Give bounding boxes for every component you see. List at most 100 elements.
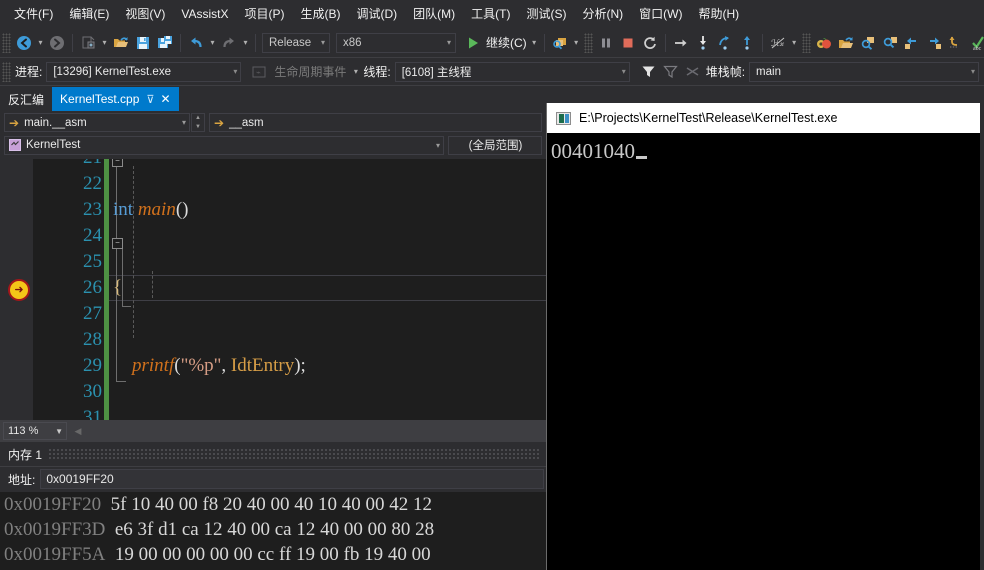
editor-text-area[interactable] [33,156,546,420]
navigate-forward-icon[interactable] [46,32,68,54]
vassist-tomato-icon[interactable] [813,32,835,54]
find-symbol-icon[interactable] [857,32,879,54]
tab-kerneltest-cpp[interactable]: KernelTest.cpp ⊽ ✕ [52,87,179,111]
go-forward-icon[interactable] [923,32,945,54]
step-out-icon[interactable] [736,32,758,54]
close-icon[interactable]: ✕ [160,92,170,106]
lifecycle-events-dropdown[interactable]: ▾ [350,61,361,83]
menu-item-view[interactable]: 视图(V) [117,3,173,25]
navigate-backward-icon[interactable] [13,32,35,54]
menu-item-team[interactable]: 团队(M) [405,3,463,25]
filter-clear-icon[interactable] [660,61,682,83]
menu-item-tools[interactable]: 工具(T) [463,3,518,25]
save-icon[interactable] [132,32,154,54]
memory-address-input[interactable]: 0x0019FF20 [40,469,544,489]
menu-item-project[interactable]: 项目(P) [236,3,292,25]
spell-check-icon[interactable]: abc [967,32,984,54]
menu-item-build[interactable]: 生成(B) [292,3,348,25]
process-combo[interactable]: [13296] KernelTest.exe ▾ [46,61,242,82]
menu-item-file[interactable]: 文件(F) [6,3,61,25]
tab-disassembly[interactable]: 反汇编 [0,87,52,111]
tab-kerneltest-cpp-label: KernelTest.cpp [60,92,140,106]
lifecycle-events-label[interactable]: 生命周期事件 [274,63,346,80]
continue-play-icon[interactable] [462,32,484,54]
hscroll-left-arrow-icon[interactable]: ◀ [71,422,85,440]
memory-window-drag-dots[interactable] [48,448,540,460]
member-combo[interactable]: (全局范围) [448,135,542,155]
solution-platform-combo[interactable]: x86 ▾ [336,32,456,53]
continue-dropdown[interactable]: ▾ [529,32,540,54]
find-options-dropdown[interactable]: ▾ [571,32,582,54]
go-back-icon[interactable] [901,32,923,54]
svg-text:abc: abc [973,46,982,51]
scope-spinner[interactable]: ▲ ▼ [191,113,205,132]
menu-bar: 文件(F) 编辑(E) 视图(V) VAssistX 项目(P) 生成(B) 调… [0,0,984,28]
redo-icon[interactable] [218,32,240,54]
code-editor[interactable] [0,156,546,420]
scope-right-combo[interactable]: ➔ __asm [209,113,542,132]
find-references-icon[interactable] [879,32,901,54]
memory-row-address: 0x0019FF3D [4,519,106,540]
show-next-statement-icon[interactable] [670,32,692,54]
menu-item-analyze[interactable]: 分析(N) [574,3,631,25]
arrow-right-icon: ➔ [214,115,225,130]
undo-icon[interactable] [185,32,207,54]
memory-row: 0x0019FF20 5f 10 40 00 f8 20 40 00 40 10… [0,492,546,517]
memory-dump[interactable]: 0x0019FF20 5f 10 40 00 f8 20 40 00 40 10… [0,492,546,570]
chevron-down-icon: ▼ [55,426,63,436]
project-value: KernelTest [26,139,81,151]
memory-row-bytes-value: 19 00 00 00 00 00 cc ff 19 00 fb 19 40 0… [114,544,431,565]
menu-item-edit[interactable]: 编辑(E) [61,3,117,25]
console-output-area[interactable]: 00401040 [547,133,984,570]
undo-dropdown[interactable]: ▾ [207,32,218,54]
menu-item-window[interactable]: 窗口(W) [631,3,690,25]
console-window[interactable]: E:\Projects\KernelTest\Release\KernelTes… [546,103,984,570]
scope-left-combo[interactable]: ➔ main.__asm ▾ [4,113,190,132]
solution-configuration-combo[interactable]: Release ▾ [262,32,330,53]
zoom-level-combo[interactable]: 113 % ▼ [3,422,67,440]
thread-combo[interactable]: [6108] 主线程 ▾ [394,61,630,82]
continue-button-label[interactable]: 继续(C) [484,34,529,51]
toolbar-grip[interactable] [2,32,11,53]
menu-item-test[interactable]: 测试(S) [518,3,574,25]
new-item-icon[interactable] [77,32,99,54]
step-over-icon[interactable] [714,32,736,54]
debugbar-grip[interactable] [2,61,11,82]
pause-icon[interactable] [595,32,617,54]
filter-funnel-icon[interactable] [638,61,660,83]
restart-icon[interactable] [639,32,661,54]
editor-zoom-bar: 113 % ▼ ◀ [0,420,546,442]
project-combo[interactable]: KernelTest ▾ [4,135,444,155]
hex-display-icon[interactable]: ℋ𝓍 [767,32,789,54]
toolbar-separator [255,33,256,52]
toolbar-grip[interactable] [801,32,811,53]
navigation-bar-members: KernelTest ▾ (全局范围) [0,134,546,156]
redo-dropdown[interactable]: ▾ [240,32,251,54]
thread-label: 线程: [363,65,391,79]
spinner-up-icon[interactable]: ▲ [192,114,204,123]
menu-item-help[interactable]: 帮助(H) [690,3,747,25]
editor-indicator-margin[interactable] [0,156,33,420]
console-title-bar[interactable]: E:\Projects\KernelTest\Release\KernelTes… [547,103,984,133]
pin-icon[interactable]: ⊽ [146,93,154,106]
thread-value: [6108] 主线程 [401,66,472,79]
save-all-icon[interactable] [154,32,176,54]
find-in-files-icon[interactable] [549,32,571,54]
spinner-down-icon[interactable]: ▼ [192,123,204,132]
hex-dropdown[interactable]: ▾ [789,32,800,54]
stackframe-combo[interactable]: main ▾ [749,61,980,82]
open-corresponding-file-icon[interactable] [835,32,857,54]
step-into-icon[interactable] [692,32,714,54]
flatten-call-stack-icon[interactable] [682,61,704,83]
menu-item-debug[interactable]: 调试(D) [348,3,405,25]
editor-tab-strip: 反汇编 KernelTest.cpp ⊽ ✕ [0,87,546,111]
stop-debugging-icon[interactable] [617,32,639,54]
toolbar-grip[interactable] [583,32,593,53]
navigate-backward-dropdown[interactable]: ▾ [35,32,46,54]
open-file-icon[interactable] [110,32,132,54]
new-item-dropdown[interactable]: ▾ [99,32,110,54]
menu-item-vassistx[interactable]: VAssistX [173,3,236,25]
refactor-icon[interactable] [945,32,967,54]
editor-top-clip [0,156,546,159]
tab-disassembly-label: 反汇编 [8,92,45,107]
